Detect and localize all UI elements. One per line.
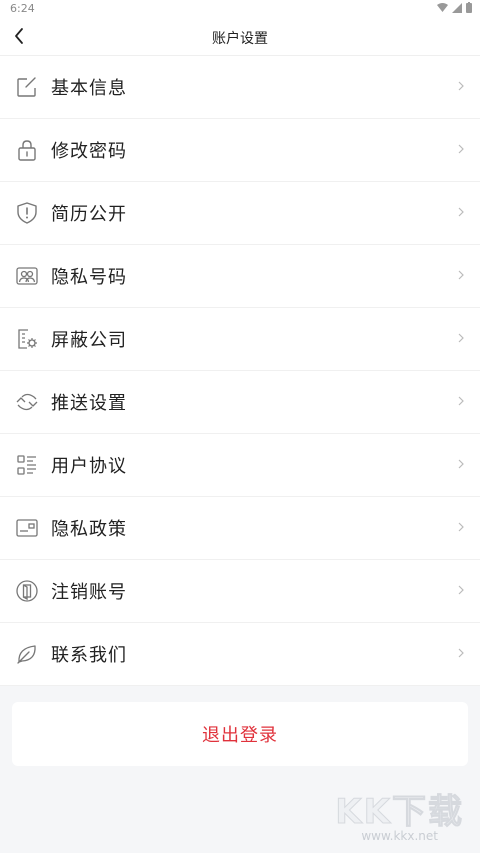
menu-item-block-company[interactable]: 屏蔽公司 — [0, 308, 480, 371]
chevron-right-icon — [458, 270, 464, 280]
chevron-right-icon — [458, 459, 464, 469]
chevron-right-icon — [458, 522, 464, 532]
battery-icon — [466, 2, 472, 13]
id-card-icon — [16, 519, 38, 537]
logout-section: 退出登录 — [0, 686, 480, 766]
list-icon — [17, 455, 36, 475]
menu-item-privacy-policy[interactable]: 隐私政策 — [0, 497, 480, 560]
menu-item-basic-info[interactable]: 基本信息 — [0, 56, 480, 119]
leaf-icon — [17, 645, 36, 664]
chevron-right-icon — [458, 585, 464, 595]
lock-icon — [18, 140, 36, 161]
sync-arrows-icon — [16, 393, 38, 411]
logout-button[interactable]: 退出登录 — [12, 702, 468, 766]
menu-item-user-agreement[interactable]: 用户协议 — [0, 434, 480, 497]
status-bar: 6:24 — [0, 0, 480, 18]
menu-item-resume-public[interactable]: 简历公开 — [0, 182, 480, 245]
building-settings-icon — [18, 329, 37, 349]
settings-list: 基本信息 修改密码 简历公开 隐私号码 屏蔽公司 推送设置 用户协议 隐私政策 … — [0, 56, 480, 686]
chevron-right-icon — [458, 81, 464, 91]
menu-item-cancel-account[interactable]: 注销账号 — [0, 560, 480, 623]
app-header: 账户设置 — [0, 18, 480, 56]
signal-icon — [452, 2, 462, 13]
menu-item-label: 隐私号码 — [51, 267, 127, 288]
chevron-right-icon — [458, 333, 464, 343]
menu-item-label: 推送设置 — [51, 393, 127, 414]
page-title: 账户设置 — [212, 31, 268, 47]
shield-alert-icon — [17, 202, 37, 224]
menu-item-private-number[interactable]: 隐私号码 — [0, 245, 480, 308]
wifi-icon — [437, 2, 448, 12]
menu-item-label: 注销账号 — [51, 582, 127, 603]
menu-item-contact-us[interactable]: 联系我们 — [0, 623, 480, 686]
menu-item-label: 用户协议 — [51, 456, 127, 477]
edit-icon — [17, 77, 36, 97]
menu-item-push-settings[interactable]: 推送设置 — [0, 371, 480, 434]
chevron-right-icon — [458, 207, 464, 217]
status-icons — [437, 2, 472, 13]
menu-item-label: 联系我们 — [51, 645, 127, 666]
chevron-right-icon — [458, 144, 464, 154]
menu-item-label: 基本信息 — [51, 78, 127, 99]
menu-item-label: 修改密码 — [51, 141, 127, 162]
menu-item-label: 隐私政策 — [51, 519, 127, 540]
chevron-right-icon — [458, 648, 464, 658]
menu-item-label: 屏蔽公司 — [51, 330, 127, 351]
status-time: 6:24 — [10, 2, 35, 15]
menu-item-label: 简历公开 — [51, 204, 127, 225]
chevron-right-icon — [458, 396, 464, 406]
exit-door-icon — [16, 580, 38, 602]
watermark: KK下载 www.kkx.net — [335, 784, 464, 844]
watermark-logo: KK下载 — [335, 792, 464, 833]
menu-item-change-password[interactable]: 修改密码 — [0, 119, 480, 182]
users-icon — [16, 267, 38, 285]
